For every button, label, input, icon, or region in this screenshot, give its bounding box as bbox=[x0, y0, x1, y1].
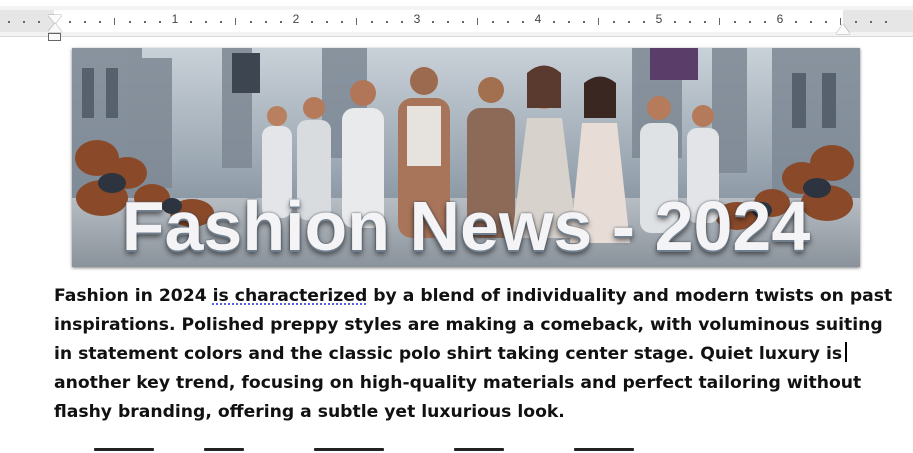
ruler-dot bbox=[38, 21, 40, 23]
ruler-dot bbox=[326, 21, 328, 23]
left-indent-marker[interactable] bbox=[48, 33, 61, 41]
ruler-dot bbox=[84, 21, 86, 23]
paragraph-line-2: inspirations. Polished preppy styles are… bbox=[54, 315, 883, 335]
ruler-half-tick bbox=[719, 18, 720, 25]
paragraph-line-5: flashy branding, offering a subtle yet l… bbox=[54, 402, 565, 422]
body-paragraph[interactable]: Fashion in 2024 is characterized by a bl… bbox=[54, 282, 892, 427]
ruler-dot bbox=[99, 21, 101, 23]
text-cursor bbox=[845, 342, 847, 362]
ruler-dot bbox=[220, 21, 222, 23]
ruler-dot bbox=[855, 21, 857, 23]
ruler-half-tick bbox=[477, 18, 478, 25]
ruler-dot bbox=[311, 21, 313, 23]
ruler-dot bbox=[674, 21, 676, 23]
text-run: in statement colors and the classic polo… bbox=[54, 344, 843, 364]
ruler-dot bbox=[280, 21, 282, 23]
ruler-half-tick bbox=[356, 18, 357, 25]
ruler-number: 3 bbox=[413, 12, 421, 26]
ruler-dot bbox=[401, 21, 403, 23]
ruler-dot bbox=[447, 21, 449, 23]
ruler-dot bbox=[613, 21, 615, 23]
ruler-half-tick bbox=[598, 18, 599, 25]
ruler-dot bbox=[522, 21, 524, 23]
ruler-dot bbox=[371, 21, 373, 23]
ruler-number: 1 bbox=[171, 12, 179, 26]
banner-title: Fashion News - 2024 bbox=[121, 187, 811, 265]
ruler-number: 4 bbox=[534, 12, 542, 26]
grammar-flagged-text[interactable]: is characterized bbox=[213, 286, 368, 306]
ruler-number: 5 bbox=[655, 12, 663, 26]
ruler-dot bbox=[190, 21, 192, 23]
ruler-dot bbox=[704, 21, 706, 23]
ruler-dot bbox=[23, 21, 25, 23]
ruler-dot bbox=[568, 21, 570, 23]
ruler-dot bbox=[870, 21, 872, 23]
ruler-number: 2 bbox=[292, 12, 300, 26]
ruler-dot bbox=[144, 21, 146, 23]
next-paragraph-cutoff bbox=[54, 444, 854, 453]
paragraph-line-4: another key trend, focusing on high-qual… bbox=[54, 373, 862, 393]
ruler-dot bbox=[643, 21, 645, 23]
ruler-dot bbox=[129, 21, 131, 23]
hanging-indent-marker[interactable] bbox=[48, 23, 62, 32]
ruler-dot bbox=[553, 21, 555, 23]
ruler-dot bbox=[69, 21, 71, 23]
paragraph-line-1: Fashion in 2024 is characterized by a bl… bbox=[54, 282, 892, 311]
ruler-dot bbox=[795, 21, 797, 23]
ruler-dot bbox=[749, 21, 751, 23]
ruler-dot bbox=[250, 21, 252, 23]
ruler-dot bbox=[341, 21, 343, 23]
ruler-dot bbox=[628, 21, 630, 23]
ruler-dot bbox=[492, 21, 494, 23]
ruler-dot bbox=[734, 21, 736, 23]
text-run: by a blend of individuality and modern t… bbox=[367, 286, 893, 306]
ruler-dot bbox=[205, 21, 207, 23]
ruler-right-margin bbox=[843, 10, 913, 32]
ruler-dot bbox=[462, 21, 464, 23]
right-indent-marker[interactable] bbox=[836, 24, 850, 34]
ruler-dot bbox=[810, 21, 812, 23]
ruler-number: 6 bbox=[776, 12, 784, 26]
paragraph-line-3: in statement colors and the classic polo… bbox=[54, 340, 854, 369]
ruler-dot bbox=[507, 21, 509, 23]
ruler-dot bbox=[885, 21, 887, 23]
ruler-half-tick bbox=[114, 18, 115, 25]
ruler-dot bbox=[583, 21, 585, 23]
horizontal-ruler[interactable]: 1 2 3 4 5 6 bbox=[0, 6, 913, 41]
ruler-half-tick bbox=[235, 18, 236, 25]
ruler-dot bbox=[159, 21, 161, 23]
text-run: Fashion in 2024 bbox=[54, 286, 213, 306]
ruler-dot bbox=[386, 21, 388, 23]
ruler-dot bbox=[689, 21, 691, 23]
ruler-dot bbox=[825, 21, 827, 23]
ruler-dot bbox=[265, 21, 267, 23]
ruler-dot bbox=[764, 21, 766, 23]
banner-image[interactable]: Fashion News - 2024 bbox=[72, 48, 860, 267]
ruler-dot bbox=[8, 21, 10, 23]
ruler-dot bbox=[432, 21, 434, 23]
